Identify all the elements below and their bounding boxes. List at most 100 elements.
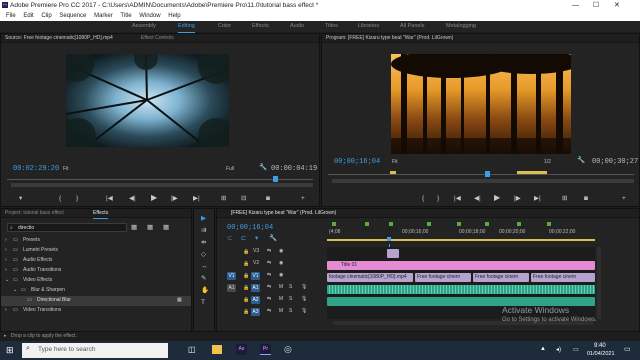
workspace-titles[interactable]: Titles (325, 21, 338, 32)
solo-button[interactable]: S (289, 295, 292, 304)
app-icon[interactable]: ◎ (284, 344, 292, 355)
workspace-audio[interactable]: Audio (290, 21, 304, 32)
camera-icon[interactable]: ◙ (584, 195, 588, 203)
timeline-marker[interactable] (365, 222, 369, 226)
lock-icon[interactable]: 🔒 (243, 248, 249, 256)
menu-edit[interactable]: Edit (23, 13, 33, 19)
camera-icon[interactable]: ◙ (266, 195, 270, 203)
workspace-metalogging[interactable]: Metalogging (446, 21, 476, 32)
tree-item-presets[interactable]: › ▭ Presets (1, 236, 191, 246)
close-button[interactable]: ✕ (614, 0, 620, 11)
file-explorer-icon[interactable] (212, 345, 222, 354)
sync-lock-icon[interactable]: ⇆ (267, 295, 271, 303)
ripple-edit-icon[interactable]: ⇹ (201, 239, 206, 247)
clock-date[interactable]: 01/04/2021 (587, 351, 615, 357)
source-playhead[interactable] (273, 176, 278, 182)
accelerated-effects-icon[interactable]: ▦ (131, 224, 137, 232)
yuv-effects-icon[interactable]: ▦ (163, 224, 169, 232)
taskbar-search-box[interactable]: ⌕ Type here to search (22, 343, 168, 358)
mute-button[interactable]: M (279, 295, 283, 304)
source-patch-a1[interactable]: A1 (227, 284, 236, 292)
insert-icon[interactable]: ⊞ (221, 195, 226, 203)
add-marker-icon[interactable]: ▾ (19, 195, 22, 203)
work-area-bar[interactable] (327, 239, 595, 241)
microphone-icon[interactable]: 🎙 (301, 307, 307, 315)
timeline-marker[interactable] (332, 222, 336, 226)
add-button-icon[interactable]: + (301, 195, 305, 203)
menu-title[interactable]: Title (120, 13, 131, 19)
timeline-marker[interactable] (485, 222, 489, 226)
clip-small-v3[interactable] (387, 249, 399, 258)
snap-icon[interactable]: ⊂ (227, 235, 232, 243)
track-target-v1[interactable]: V1 (251, 272, 260, 280)
program-zoom-bar[interactable] (332, 179, 634, 183)
go-to-out-icon[interactable]: ▶| (534, 195, 541, 203)
overwrite-icon[interactable]: ⊟ (241, 195, 246, 203)
timeline-timecode[interactable]: 00;00;16;04 (227, 224, 273, 232)
step-back-icon[interactable]: ◀| (474, 195, 481, 203)
tree-item-audio-effects[interactable]: › ▭ Audio Effects (1, 256, 191, 266)
eye-icon[interactable]: ◉ (279, 271, 283, 279)
source-timecode-current[interactable]: 00:02:29:20 (13, 165, 59, 173)
go-to-in-icon[interactable]: |◀ (106, 195, 113, 203)
pen-tool-icon[interactable]: ✎ (201, 275, 206, 283)
add-button-icon[interactable]: + (622, 195, 626, 203)
tab-project[interactable]: Project: tutorial bass effect (5, 210, 64, 216)
clock-time[interactable]: 9:40 (594, 343, 606, 349)
tab-source[interactable]: Source: Free footage cinematic[1080P_HD]… (5, 35, 113, 41)
timeline-marker[interactable] (427, 222, 431, 226)
microphone-icon[interactable]: 🎙 (301, 283, 307, 291)
menu-marker[interactable]: Marker (94, 13, 113, 19)
mute-button[interactable]: M (279, 307, 283, 316)
step-forward-icon[interactable]: |▶ (514, 195, 521, 203)
hand-tool-icon[interactable]: ✋ (201, 287, 209, 295)
selection-tool-icon[interactable]: ▶ (201, 215, 206, 223)
tab-program[interactable]: Program: [FREE] Kizaru type beat "War" (… (326, 35, 453, 41)
workspace-editing[interactable]: Editing (178, 21, 195, 33)
track-target-a1[interactable]: A1 (251, 284, 260, 292)
tab-sequence[interactable]: [FREE] Kizaru type beat "War" (Prod. Lil… (231, 210, 336, 216)
premiere-pro-icon[interactable]: Pr (260, 344, 271, 355)
program-timecode-current[interactable]: 00;00;16;04 (334, 158, 380, 166)
track-target-a2[interactable]: A2 (251, 296, 260, 304)
lock-icon[interactable]: 🔒 (243, 308, 249, 316)
effects-search-field[interactable]: ⌕ directio (7, 223, 127, 232)
tree-item-video-transitions[interactable]: › ▭ Video Transitions (1, 306, 191, 316)
source-fit-select[interactable]: Fit (63, 166, 69, 172)
mute-button[interactable]: M (279, 283, 283, 292)
video-clip[interactable]: Free footage cinem (531, 273, 595, 282)
sync-lock-icon[interactable]: ⇆ (267, 259, 271, 267)
program-fit-select[interactable]: Fit (392, 159, 398, 165)
solo-button[interactable]: S (289, 307, 292, 316)
play-icon[interactable]: ▶ (151, 194, 157, 202)
sync-lock-icon[interactable]: ⇆ (267, 247, 271, 255)
workspace-assembly[interactable]: Assembly (132, 21, 156, 32)
eye-icon[interactable]: ◉ (279, 259, 283, 267)
menu-window[interactable]: Window (139, 13, 160, 19)
source-scrubber[interactable] (7, 179, 313, 180)
go-to-in-icon[interactable]: |◀ (454, 195, 461, 203)
source-patch-v1[interactable]: V1 (227, 272, 236, 280)
timeline-playhead-handle[interactable] (387, 237, 391, 241)
menu-file[interactable]: File (6, 13, 16, 19)
video-clip[interactable]: Free footage cinem (473, 273, 529, 282)
source-resolution-select[interactable]: Full (226, 166, 234, 172)
menu-clip[interactable]: Clip (41, 13, 51, 19)
workspace-color[interactable]: Color (218, 21, 231, 32)
track-select-icon[interactable]: ⇉ (201, 227, 206, 235)
timeline-marker[interactable] (389, 222, 393, 226)
eye-icon[interactable]: ◉ (279, 247, 283, 255)
notifications-icon[interactable]: ▭ (624, 345, 631, 353)
wrench-icon[interactable]: 🔧 (577, 157, 585, 165)
workspace-libraries[interactable]: Libraries (358, 21, 379, 32)
add-marker-icon[interactable]: ▾ (255, 235, 258, 243)
title-clip[interactable]: Title 01 (327, 261, 595, 270)
volume-icon[interactable]: ◂) (556, 346, 561, 353)
timeline-vertical-scrollbar[interactable] (597, 247, 601, 319)
play-icon[interactable]: ▶ (494, 194, 500, 202)
maximize-button[interactable]: ☐ (593, 0, 599, 11)
slip-tool-icon[interactable]: ↔ (201, 263, 208, 271)
timeline-marker[interactable] (547, 222, 551, 226)
taskbar-search-input[interactable]: Type here to search (38, 346, 95, 353)
type-tool-icon[interactable]: T (201, 299, 205, 307)
